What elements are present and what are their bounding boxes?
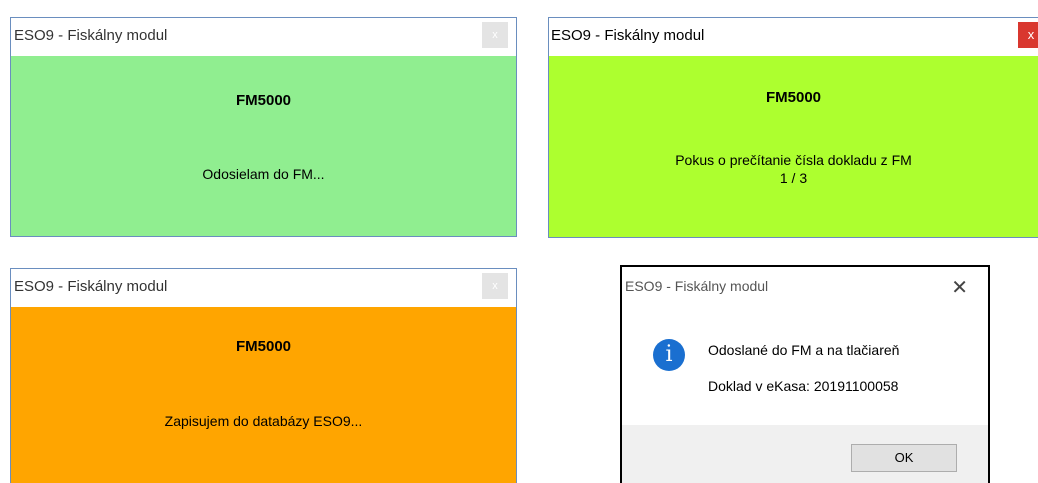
receipt-number-text: Doklad v eKasa: 20191100058 (708, 378, 899, 394)
close-button[interactable]: x (482, 273, 508, 299)
title-bar[interactable]: ESO9 - Fiskálny modul x (11, 269, 516, 305)
status-panel: FM5000 Odosielam do FM... (11, 56, 516, 236)
window-title: ESO9 - Fiskálny modul (14, 278, 168, 295)
status-message: Pokus o prečítanie čísla dokladu z FM (675, 152, 912, 168)
status-message: Zapisujem do databázy ESO9... (164, 413, 363, 429)
device-heading: FM5000 (235, 338, 292, 355)
window-title: ESO9 - Fiskálny modul (14, 27, 168, 44)
close-icon[interactable]: ✕ (951, 275, 968, 300)
attempt-counter: 1 / 3 (779, 170, 808, 186)
status-message: Odosielam do FM... (202, 166, 325, 182)
message-text: Odoslané do FM a na tlačiareň (708, 342, 900, 358)
status-panel: FM5000 Pokus o prečítanie čísla dokladu … (549, 56, 1038, 237)
fiscal-window-sending: ESO9 - Fiskálny modul x FM5000 Odosielam… (10, 17, 517, 237)
fiscal-window-writing: ESO9 - Fiskálny modul x FM5000 Zapisujem… (10, 268, 517, 483)
fiscal-window-reading: ESO9 - Fiskálny modul x FM5000 Pokus o p… (548, 17, 1038, 238)
message-box: ESO9 - Fiskálny modul ✕ i Odoslané do FM… (620, 265, 990, 483)
title-bar[interactable]: ESO9 - Fiskálny modul x (549, 18, 1038, 54)
ok-button[interactable]: OK (851, 444, 957, 472)
info-icon: i (653, 339, 685, 371)
status-panel: FM5000 Zapisujem do databázy ESO9... (11, 307, 516, 483)
close-button[interactable]: x (1018, 22, 1038, 48)
window-title: ESO9 - Fiskálny modul (551, 27, 705, 44)
device-heading: FM5000 (765, 89, 822, 106)
title-bar[interactable]: ESO9 - Fiskálny modul x (11, 18, 516, 54)
close-button[interactable]: x (482, 22, 508, 48)
window-title: ESO9 - Fiskálny modul (625, 278, 769, 294)
device-heading: FM5000 (235, 92, 292, 109)
